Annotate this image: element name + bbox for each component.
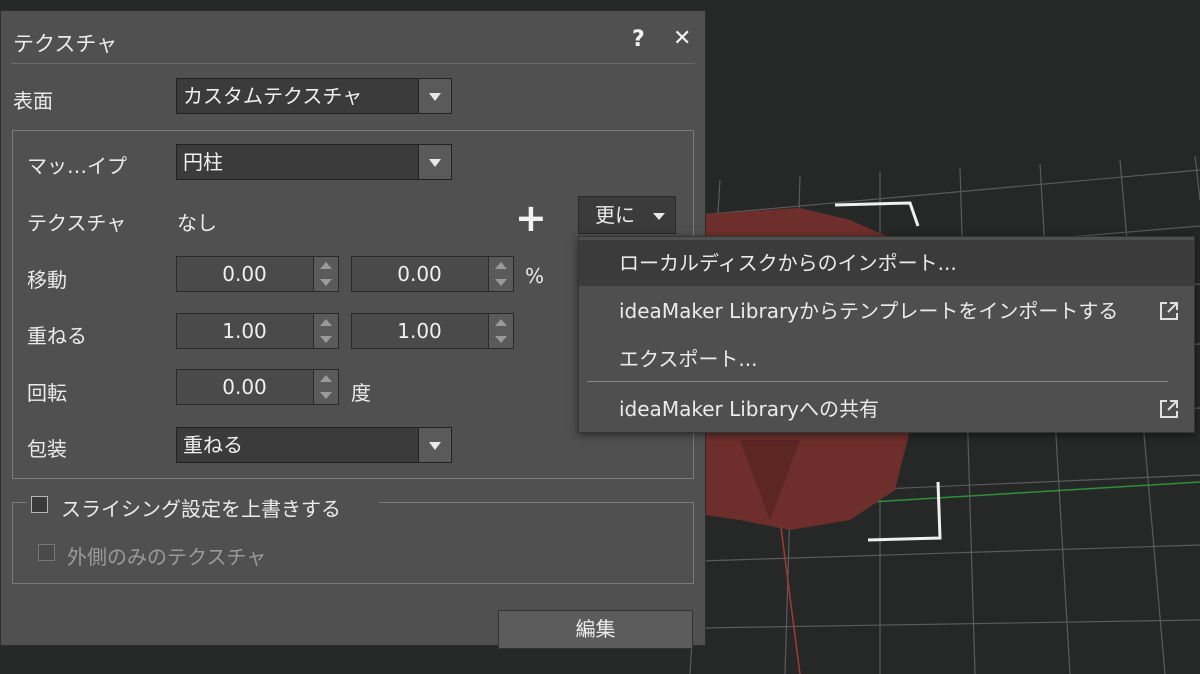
- rotate-spinbox[interactable]: 0.00: [176, 369, 339, 405]
- external-link-icon: [1160, 400, 1178, 418]
- move-x-spinbox[interactable]: 0.00: [176, 256, 339, 292]
- surface-dropdown[interactable]: カスタムテクスチャ: [176, 78, 452, 114]
- texture-value: なし: [177, 211, 217, 235]
- rotate-label: 回転: [27, 381, 67, 405]
- dialog-title: テクスチャ: [13, 32, 118, 56]
- wrap-dropdown[interactable]: 重ねる: [176, 427, 452, 463]
- menu-separator: [587, 381, 1168, 382]
- menu-item-export[interactable]: エクスポート...: [579, 336, 1194, 382]
- y-axis-line: [779, 519, 801, 674]
- tile-y-spinbox[interactable]: 1.00: [351, 313, 514, 349]
- menu-item-label: ideaMaker Libraryへの共有: [619, 397, 880, 421]
- menu-item-share-library[interactable]: ideaMaker Libraryへの共有: [579, 386, 1194, 432]
- menu-item-label: ローカルディスクからのインポート...: [619, 251, 957, 275]
- spin-up-icon[interactable]: [488, 314, 513, 332]
- menu-item-import-local[interactable]: ローカルディスクからのインポート...: [579, 240, 1194, 286]
- menu-item-import-library-template[interactable]: ideaMaker Libraryからテンプレートをインポートする: [579, 288, 1194, 334]
- spin-up-icon[interactable]: [488, 257, 513, 275]
- texture-label: テクスチャ: [27, 211, 127, 235]
- move-unit: %: [525, 264, 545, 288]
- rotate-value: 0.00: [222, 375, 267, 399]
- spin-down-icon[interactable]: [488, 274, 513, 291]
- spin-up-icon[interactable]: [313, 314, 338, 332]
- surface-label: 表面: [13, 89, 53, 113]
- spin-down-icon[interactable]: [313, 387, 338, 404]
- outer-only-label: 外側のみのテクスチャ: [67, 545, 267, 569]
- override-checkbox[interactable]: [31, 496, 48, 513]
- override-label[interactable]: スライシング設定を上書きする: [61, 493, 341, 522]
- tile-x-value: 1.00: [222, 319, 267, 343]
- more-button[interactable]: 更に: [578, 196, 676, 234]
- spin-up-icon[interactable]: [313, 370, 338, 388]
- rotate-unit: 度: [351, 381, 371, 405]
- close-icon[interactable]: ✕: [673, 26, 691, 51]
- caret-down-icon: [653, 213, 665, 220]
- spin-up-icon[interactable]: [313, 257, 338, 275]
- spin-down-icon[interactable]: [488, 331, 513, 348]
- surface-dropdown-value: カスタムテクスチャ: [183, 84, 363, 108]
- add-texture-icon[interactable]: +: [515, 199, 547, 237]
- mapping-label: マッ…イプ: [27, 154, 127, 178]
- mapping-dropdown-value: 円柱: [183, 150, 223, 174]
- chevron-down-icon: [418, 145, 451, 179]
- move-x-value: 0.00: [222, 262, 267, 286]
- chevron-down-icon: [418, 79, 451, 113]
- mapping-dropdown[interactable]: 円柱: [176, 144, 452, 180]
- wrap-dropdown-value: 重ねる: [183, 433, 243, 457]
- more-dropdown-menu: ローカルディスクからのインポート... ideaMaker Libraryからテ…: [578, 236, 1195, 433]
- tile-x-spinbox[interactable]: 1.00: [176, 313, 339, 349]
- move-y-spinbox[interactable]: 0.00: [351, 256, 514, 292]
- move-label: 移動: [27, 268, 67, 292]
- help-icon[interactable]: ?: [632, 27, 645, 52]
- title-separator: [11, 63, 695, 64]
- edit-button[interactable]: 編集: [498, 610, 693, 649]
- menu-item-label: ideaMaker Libraryからテンプレートをインポートする: [619, 299, 1119, 323]
- wrap-label: 包装: [27, 437, 67, 461]
- menu-item-label: エクスポート...: [619, 347, 758, 371]
- spin-down-icon[interactable]: [313, 331, 338, 348]
- outer-only-checkbox: [38, 544, 55, 561]
- chevron-down-icon: [418, 428, 451, 462]
- more-button-label: 更に: [595, 203, 635, 227]
- tile-label: 重ねる: [27, 324, 87, 348]
- external-link-icon: [1160, 302, 1178, 320]
- spin-down-icon[interactable]: [313, 274, 338, 291]
- move-y-value: 0.00: [397, 262, 442, 286]
- tile-y-value: 1.00: [397, 319, 442, 343]
